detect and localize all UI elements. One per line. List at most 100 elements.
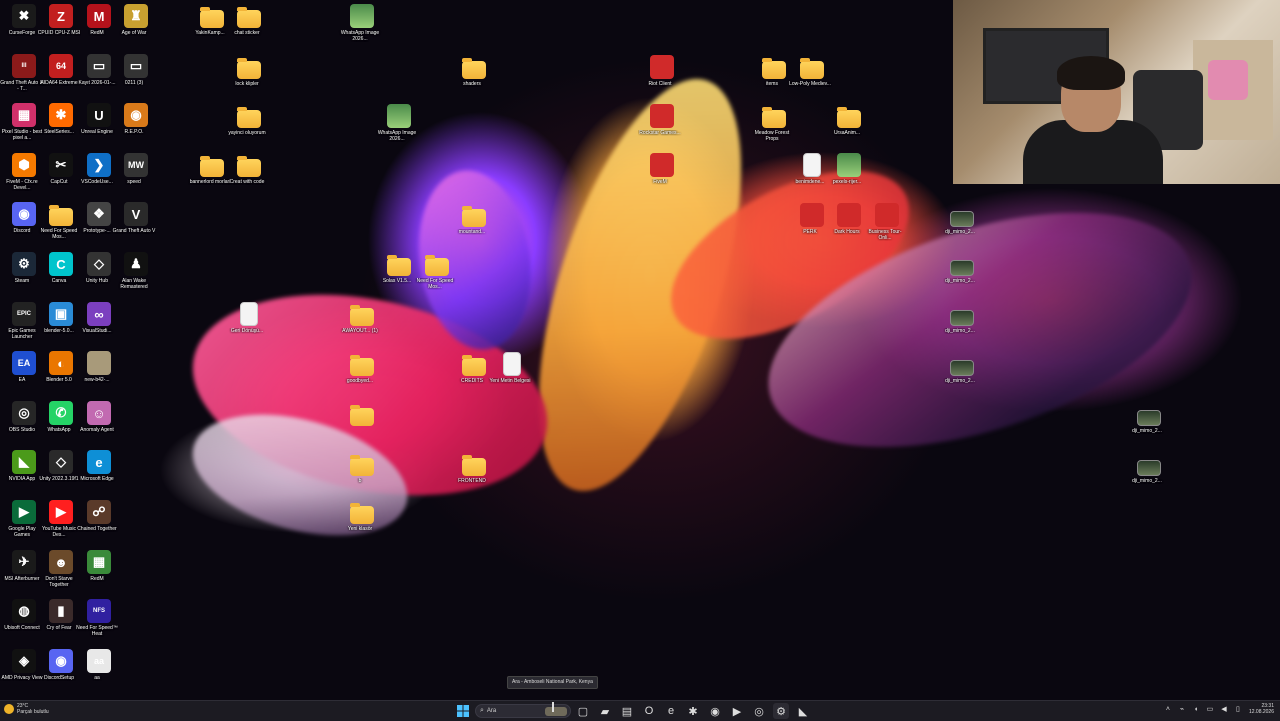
desktop-icon[interactable]: 64 AIDA64 Extreme bbox=[40, 54, 79, 86]
file-explorer-icon[interactable]: ▰ bbox=[597, 703, 613, 719]
desktop-icon[interactable]: CREDITS bbox=[456, 352, 492, 384]
desktop-icon[interactable]: items bbox=[756, 55, 792, 87]
desktop-icon[interactable]: Business Tour- Onli... bbox=[869, 203, 905, 241]
mic-icon[interactable]: ◖ bbox=[1191, 703, 1201, 715]
desktop-icon[interactable]: Creat with code bbox=[230, 153, 267, 185]
task-view-icon[interactable]: ▢ bbox=[575, 703, 591, 719]
desktop-icon[interactable]: Z CPUID CPU-Z MSI bbox=[38, 4, 80, 36]
desktop-icon[interactable]: ▣ blender-5.0... bbox=[43, 302, 79, 334]
weather-widget[interactable]: 23°C Parçalı bulutlu bbox=[4, 703, 49, 715]
desktop-icon[interactable]: ☍ Chained Together bbox=[77, 500, 117, 532]
desktop-icon-label: shaders bbox=[463, 81, 481, 87]
desktop-icon[interactable]: b bbox=[344, 452, 380, 484]
clock[interactable]: 23:31 12.08.2026 bbox=[1249, 703, 1274, 715]
desktop-icon[interactable]: dji_mimo_2... bbox=[944, 352, 980, 384]
desktop-icon[interactable]: dji_mimo_2... bbox=[1131, 402, 1167, 434]
desktop-icon[interactable]: UrsaAnim... bbox=[831, 104, 867, 136]
desktop-icon[interactable]: Geri Dönüşü... bbox=[231, 302, 267, 334]
video-file-icon bbox=[950, 211, 974, 227]
taskbar-search[interactable]: ⌕ Ara bbox=[475, 704, 571, 718]
steelseries-icon[interactable]: ✱ bbox=[685, 703, 701, 719]
desktop-icon[interactable]: ◉ R.E.P.O. bbox=[118, 103, 154, 135]
desktop-icon[interactable]: ✆ WhatsApp bbox=[43, 401, 79, 433]
steam-icon[interactable]: ⚙ bbox=[773, 703, 789, 719]
desktop-icon[interactable]: MW speed bbox=[118, 153, 154, 185]
desktop-icon[interactable]: shaders bbox=[456, 55, 492, 87]
desktop-icon[interactable]: ∞ VisualStudi... bbox=[81, 302, 117, 334]
desktop-icon-label: Meadow Forest Props bbox=[754, 130, 790, 142]
unity-icon: ◇ bbox=[49, 450, 73, 474]
desktop-icon[interactable]: Solas V1.5... bbox=[381, 252, 417, 284]
desktop-icon[interactable]: V Grand Theft Auto V bbox=[113, 202, 155, 234]
usb-icon[interactable]: ⌁ bbox=[1177, 703, 1187, 715]
desktop-icon[interactable]: WhatsApp Image 2026... bbox=[378, 104, 417, 142]
obs-icon[interactable]: ◎ bbox=[751, 703, 767, 719]
desktop-icon[interactable]: lock klipler bbox=[231, 55, 267, 87]
desktop-icon[interactable]: III Grand Theft Auto III - T... bbox=[0, 54, 44, 92]
fivem-icon: ⬢ bbox=[12, 153, 36, 177]
opera-icon[interactable]: O bbox=[641, 703, 657, 719]
chevron-up-icon[interactable]: ˄ bbox=[1163, 703, 1173, 715]
desktop-icon-label: AWAYOUT... (1) bbox=[342, 328, 378, 334]
desktop-icon[interactable]: Dark Hours bbox=[831, 203, 867, 235]
desktop-icon[interactable]: EPIC Epic Games Launcher bbox=[6, 302, 42, 340]
desktop-icon[interactable]: dji_mimo_2... bbox=[944, 252, 980, 284]
desktop-icon[interactable]: ▭ 0211 (3) bbox=[118, 54, 154, 86]
desktop-icon[interactable]: ♜ Age of War bbox=[118, 4, 154, 36]
edge-icon[interactable]: e bbox=[663, 703, 679, 719]
desktop-icon[interactable]: new-b42-... bbox=[81, 351, 117, 383]
desktop-icon[interactable]: chat sticker bbox=[231, 4, 267, 36]
desktop[interactable]: ✖ CurseForge III Grand Theft Auto III - T..… bbox=[0, 0, 1280, 700]
desktop-icon[interactable]: Low-Poly Mediev... bbox=[789, 55, 831, 87]
nvidia-icon[interactable]: ◣ bbox=[795, 703, 811, 719]
desktop-icon[interactable]: ✂ CapCut bbox=[43, 153, 79, 185]
desktop-icon[interactable]: Need For Speed Mos... bbox=[41, 202, 79, 240]
network-icon[interactable]: ▭ bbox=[1205, 703, 1215, 715]
desktop-icon[interactable]: WhatsApp Image 2026... bbox=[341, 4, 380, 42]
desktop-icon[interactable]: dji_mimo_2... bbox=[944, 302, 980, 334]
desktop-icon-label: b bbox=[358, 478, 362, 484]
desktop-icon[interactable]: Yeni klasör bbox=[344, 500, 380, 532]
desktop-icon[interactable]: C Canva bbox=[43, 252, 79, 284]
desktop-icon[interactable]: ▦ Pixel Studio - best pixel a... bbox=[2, 103, 42, 141]
desktop-icon[interactable]: Riot Client bbox=[644, 55, 680, 87]
desktop-icon[interactable]: AWAYOUT... (1) bbox=[342, 302, 380, 334]
desktop-icon[interactable]: ▶ YouTube Music Des... bbox=[42, 500, 79, 538]
desktop-icon[interactable]: ♟ Alan Wake Remastered bbox=[118, 252, 154, 290]
desktop-icon[interactable]: Meadow Forest Props bbox=[755, 104, 792, 142]
desktop-icon[interactable]: Rockstar Games... bbox=[639, 104, 681, 136]
desktop-icon[interactable]: Need For Speed Mos... bbox=[417, 252, 455, 290]
desktop-icon[interactable]: ◉ DiscordSetup bbox=[43, 649, 79, 681]
desktop-icon[interactable]: NFS Need For Speed™ Heat bbox=[76, 599, 118, 637]
desktop-icon-label: VisualStudi... bbox=[82, 328, 112, 334]
desktop-icon[interactable]: ☺ Anomaly Agent bbox=[80, 401, 117, 433]
volume-icon[interactable]: ◀ bbox=[1219, 703, 1229, 715]
desktop-icon[interactable]: ◇ Unity 2022.3.19f1 bbox=[39, 450, 79, 482]
desktop-icon[interactable]: FRONTEND bbox=[456, 452, 492, 484]
discord-icon[interactable]: ◉ bbox=[707, 703, 723, 719]
desktop-icon[interactable]: ☻ Don't Starve Together bbox=[43, 550, 79, 588]
desktop-icon[interactable]: mountand... bbox=[456, 203, 492, 235]
folder-icon bbox=[237, 107, 261, 128]
desktop-icon[interactable]: ▮ Cry of Fear bbox=[43, 599, 79, 631]
desktop-icon[interactable]: ▦ RedM bbox=[81, 550, 117, 582]
desktop-icon[interactable]: FiveM bbox=[644, 153, 680, 185]
rockstar-icon bbox=[650, 104, 674, 128]
desktop-icon[interactable]: yayinci oluyorum bbox=[228, 104, 267, 136]
desktop-icon[interactable]: goodbyed... bbox=[344, 352, 380, 384]
desktop-icon[interactable]: ✱ SteelSeries... bbox=[43, 103, 79, 135]
desktop-icon[interactable]: dji_mimo_2... bbox=[1131, 452, 1167, 484]
desktop-icon[interactable]: e Microsoft Edge bbox=[80, 450, 117, 482]
desktop-icon[interactable]: pexels-rijer... bbox=[831, 153, 867, 185]
desktop-icon[interactable] bbox=[344, 402, 380, 428]
start-button[interactable] bbox=[455, 703, 471, 719]
desktop-icon[interactable]: dji_mimo_2... bbox=[944, 203, 980, 235]
desktop-icon[interactable]: ⬢ FiveM - Cfx.re Devel... bbox=[6, 153, 42, 191]
desktop-icon[interactable]: ◐ Blender 5.0 bbox=[43, 351, 79, 383]
search-placeholder: Ara bbox=[486, 708, 497, 714]
desktop-icon[interactable]: Yeni Metin Belgesi bbox=[490, 352, 530, 384]
desktop-icon[interactable]: aa aa bbox=[81, 649, 117, 681]
calendar-icon[interactable]: ▤ bbox=[619, 703, 635, 719]
battery-icon[interactable]: ▯ bbox=[1233, 703, 1243, 715]
youtube-music-icon[interactable]: ▶ bbox=[729, 703, 745, 719]
